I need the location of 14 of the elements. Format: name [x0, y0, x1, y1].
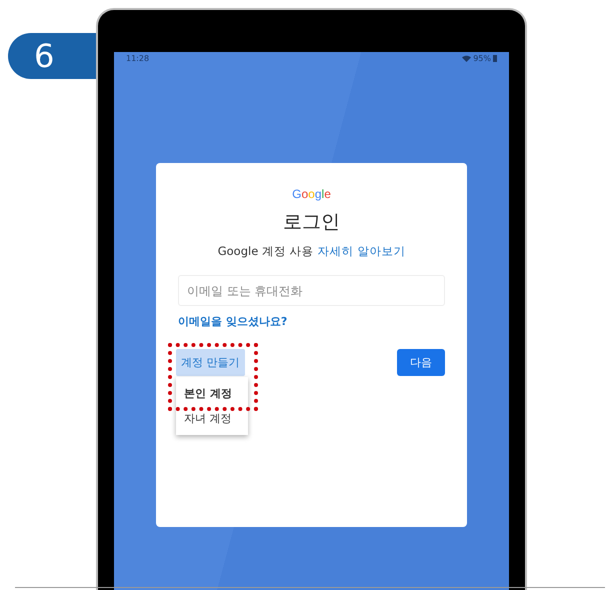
- battery-level: 95%: [473, 54, 491, 63]
- next-button[interactable]: 다음: [397, 349, 445, 376]
- battery-icon: [493, 55, 497, 62]
- status-time: 11:28: [126, 54, 150, 63]
- menu-item[interactable]: 자녀 계정: [176, 406, 248, 431]
- subtitle: Google 계정 사용: [218, 244, 314, 259]
- learn-more-link[interactable]: 자세히 알아보기: [318, 244, 406, 259]
- wifi-icon: [462, 55, 472, 62]
- google-logo: Google: [292, 187, 331, 201]
- menu-item[interactable]: 본인 계정: [176, 381, 248, 406]
- page-title: 로그인: [283, 210, 340, 235]
- create-account-button[interactable]: 계정 만들기: [176, 349, 244, 376]
- email-field[interactable]: 이메일 또는 휴대전화: [178, 275, 445, 306]
- forgot-email-link[interactable]: 이메일을 잊으셨나요?: [178, 314, 288, 329]
